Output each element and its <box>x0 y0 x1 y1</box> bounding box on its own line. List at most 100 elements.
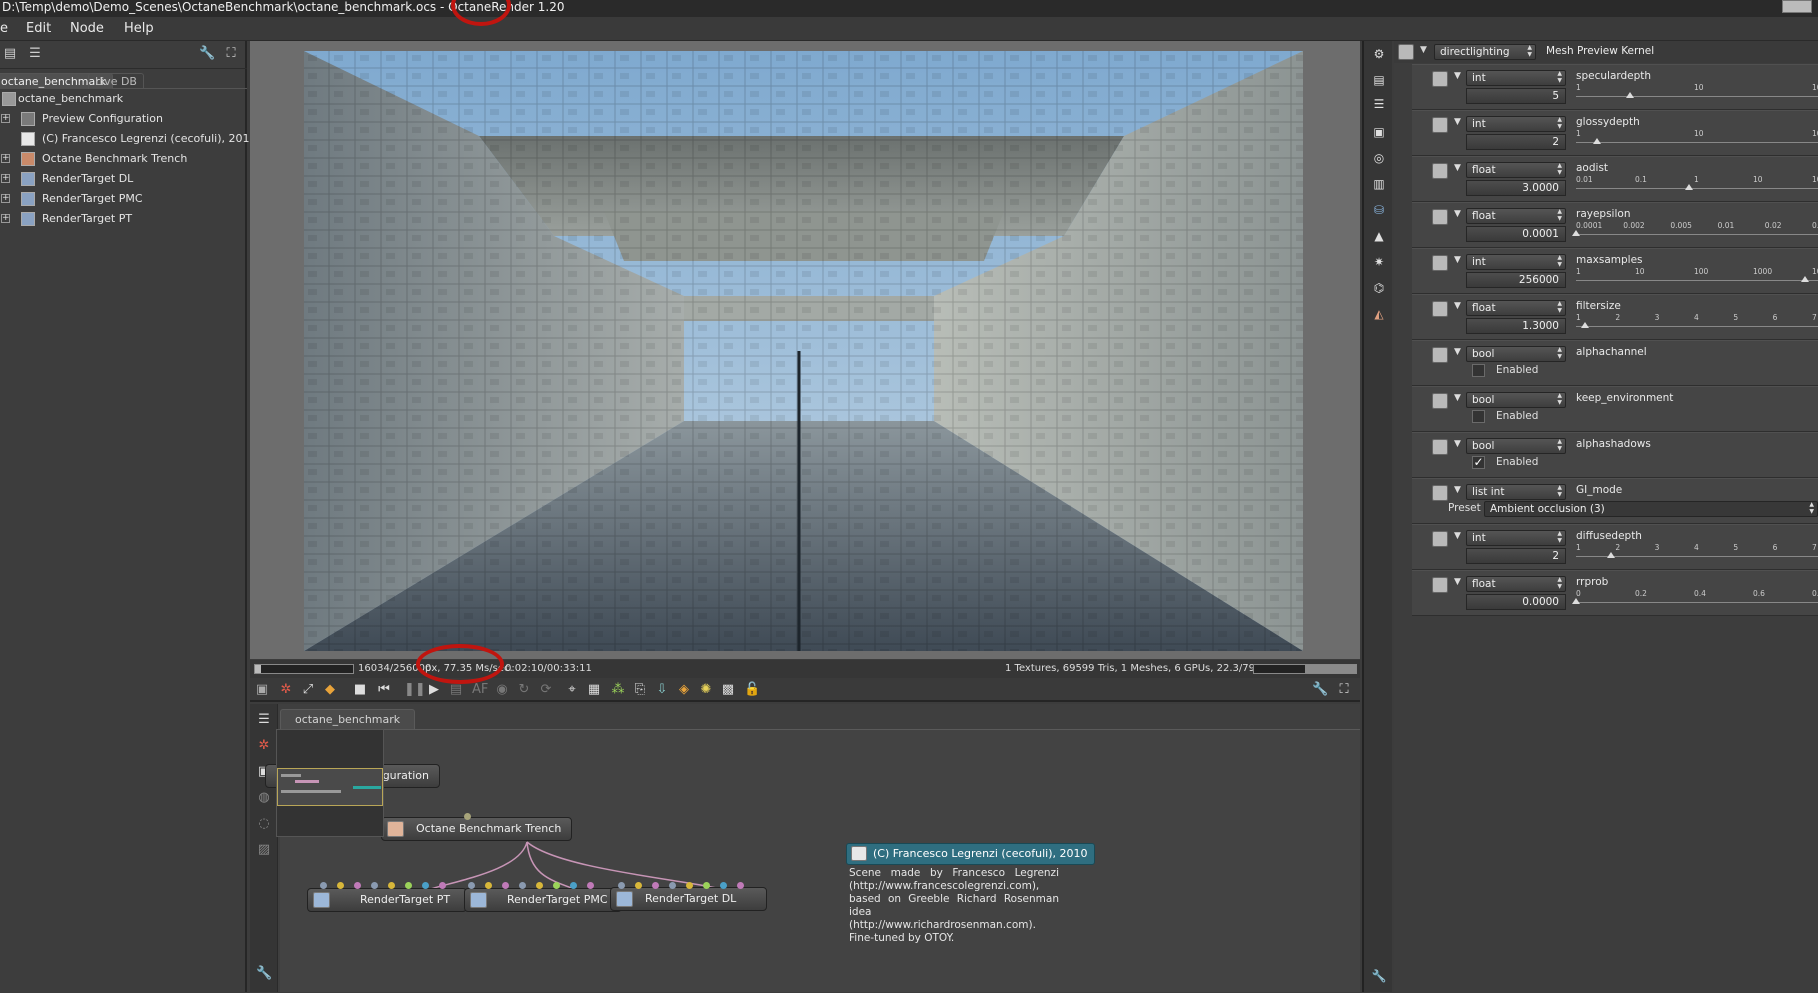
tree-item-rendertarget-dl[interactable]: + RenderTarget DL <box>0 169 247 189</box>
refresh-icon[interactable]: ↻ <box>516 682 532 698</box>
copy-icon[interactable]: ⎘ <box>632 682 648 698</box>
slider-thumb[interactable] <box>1607 552 1616 558</box>
sun-icon[interactable]: ✺ <box>698 682 714 698</box>
window-minimize-button[interactable] <box>1782 0 1812 13</box>
zoom-icon[interactable]: ⤢ <box>300 682 316 698</box>
node-input-pin[interactable] <box>464 813 471 820</box>
autofocus-icon[interactable]: AF <box>472 682 488 698</box>
list-icon[interactable]: ☰ <box>1371 97 1387 111</box>
node-input-pin[interactable] <box>337 882 344 889</box>
param-value-field[interactable]: 1.3000 <box>1466 318 1566 334</box>
white-balance-icon[interactable]: ◈ <box>676 682 692 698</box>
tree-item-rendertarget-pt[interactable]: + RenderTarget PT <box>0 209 247 229</box>
param-value-field[interactable]: 256000 <box>1466 272 1566 288</box>
node-input-pin[interactable] <box>405 882 412 889</box>
expand-icon[interactable]: + <box>1 174 10 183</box>
node-mesh-icon[interactable]: ◌ <box>256 816 272 832</box>
camera-icon[interactable]: ◎ <box>1371 151 1387 165</box>
node-input-pin[interactable] <box>354 882 361 889</box>
node-input-pin[interactable] <box>502 882 509 889</box>
maximize-icon[interactable]: ⛶ <box>1336 682 1352 698</box>
wrench-icon[interactable]: 🔧 <box>256 966 272 982</box>
color-picker-icon[interactable]: ◆ <box>322 682 338 698</box>
collapse-icon[interactable]: ▼ <box>1420 45 1427 55</box>
param-checkbox[interactable]: ✓ <box>1472 456 1485 469</box>
mesh-icon[interactable]: ◭ <box>1371 307 1387 321</box>
camera-icon[interactable]: ▩ <box>720 682 736 698</box>
param-slider[interactable]: 0.0001 0.002 0.005 0.01 0.02 0.0 <box>1572 221 1818 246</box>
collapse-icon[interactable]: ▼ <box>1454 347 1461 357</box>
node-input-pin[interactable] <box>618 882 625 889</box>
param-type-select[interactable]: bool <box>1466 438 1566 454</box>
image-icon[interactable]: ▣ <box>1371 125 1387 139</box>
param-value-field[interactable]: 2 <box>1466 134 1566 150</box>
node-input-pin[interactable] <box>720 882 727 889</box>
node-input-pin[interactable] <box>468 882 475 889</box>
collapse-icon[interactable]: ▼ <box>1454 393 1461 403</box>
slider-thumb[interactable] <box>1572 598 1580 604</box>
collapse-icon[interactable]: ▼ <box>1454 301 1461 311</box>
node-texture-icon[interactable]: ▨ <box>256 842 272 858</box>
slider-thumb[interactable] <box>1572 230 1580 236</box>
stack-icon[interactable]: ▤ <box>1371 73 1387 87</box>
param-type-select[interactable]: bool <box>1466 346 1566 362</box>
slider-thumb[interactable] <box>1685 184 1694 190</box>
param-slider[interactable]: 1 2 3 4 5 6 7 <box>1576 543 1818 568</box>
node-input-pin[interactable] <box>703 882 710 889</box>
menu-file-partial[interactable]: e <box>0 21 8 36</box>
collapse-icon[interactable]: ▼ <box>1454 117 1461 127</box>
node-inspector-icon[interactable]: ⚙ <box>1371 47 1387 61</box>
expand-icon[interactable]: + <box>1 214 10 223</box>
node-input-pin[interactable] <box>570 882 577 889</box>
slider-thumb[interactable] <box>1626 92 1635 98</box>
slider-thumb[interactable] <box>1800 276 1809 282</box>
node-input-pin[interactable] <box>553 882 560 889</box>
screenshot-icon[interactable]: ▣ <box>254 682 270 698</box>
wrench-icon[interactable]: 🔧 <box>1371 969 1387 983</box>
param-checkbox[interactable] <box>1472 364 1485 377</box>
restart-icon[interactable]: ⏮ <box>376 682 392 698</box>
node-list-icon[interactable]: ☰ <box>256 712 272 728</box>
param-slider[interactable]: 0 0.2 0.4 0.6 0.8 <box>1572 589 1818 614</box>
param-type-select[interactable]: int <box>1466 530 1566 546</box>
param-type-select[interactable]: int <box>1466 254 1566 270</box>
param-slider[interactable]: 1 10 100 1000 10000 <box>1576 267 1818 292</box>
param-slider[interactable]: 0.01 0.1 1 10 100 <box>1576 175 1818 200</box>
menu-help[interactable]: Help <box>124 21 154 36</box>
focus-picker-icon[interactable]: ⁂ <box>610 682 626 698</box>
node-octane-benchmark-trench[interactable]: Octane Benchmark Trench <box>381 813 573 841</box>
menu-edit[interactable]: Edit <box>26 21 51 36</box>
sun-icon[interactable]: ✷ <box>1371 255 1387 269</box>
param-checkbox[interactable] <box>1472 410 1485 423</box>
param-type-select[interactable]: list int <box>1466 484 1566 500</box>
param-value-field[interactable]: 2 <box>1466 548 1566 564</box>
node-input-pin[interactable] <box>422 882 429 889</box>
node-input-pin[interactable] <box>371 882 378 889</box>
param-type-select[interactable]: float <box>1466 162 1566 178</box>
tree-item-root[interactable]: octane_benchmark <box>0 89 247 109</box>
param-type-select[interactable]: int <box>1466 70 1566 86</box>
slider-thumb[interactable] <box>1581 322 1590 328</box>
node-minimap[interactable] <box>276 729 384 837</box>
param-type-select[interactable]: float <box>1466 208 1566 224</box>
object-picker-icon[interactable]: ⌖ <box>564 682 580 698</box>
collapse-icon[interactable]: ▼ <box>1454 439 1461 449</box>
region-icon[interactable]: ▤ <box>448 682 464 698</box>
node-input-pin[interactable] <box>388 882 395 889</box>
render-image[interactable] <box>304 51 1303 651</box>
film-icon[interactable]: ▥ <box>1371 177 1387 191</box>
collapse-icon[interactable]: ▼ <box>1454 531 1461 541</box>
kernel-select[interactable]: directlighting <box>1434 44 1536 60</box>
pause-icon[interactable]: ❚❚ <box>404 682 426 698</box>
expand-icon[interactable]: + <box>1 114 10 123</box>
param-slider[interactable]: 1 10 100 <box>1576 129 1818 154</box>
node-graph-canvas[interactable]: Octane Benchmark Trench Configuration Re… <box>265 729 1360 992</box>
wrench-icon[interactable]: 🔧 <box>1312 682 1328 698</box>
param-type-select[interactable]: int <box>1466 116 1566 132</box>
tree-item-rendertarget-pmc[interactable]: + RenderTarget PMC <box>0 189 247 209</box>
lock-icon[interactable]: ⟳ <box>538 682 554 698</box>
node-input-pin[interactable] <box>669 882 676 889</box>
export-icon[interactable]: ⇩ <box>654 682 670 698</box>
collapse-icon[interactable]: ▼ <box>1454 485 1461 495</box>
param-value-field[interactable]: 0.0000 <box>1466 594 1566 610</box>
